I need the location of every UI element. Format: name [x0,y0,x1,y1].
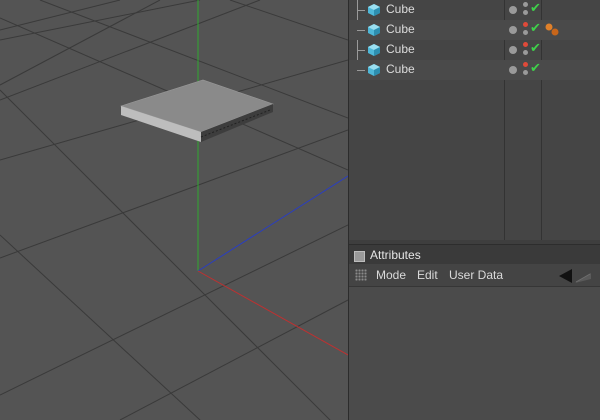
cube-icon [368,44,380,56]
editor-visibility-dot[interactable] [509,66,517,74]
attributes-title: Attributes [370,248,421,262]
attributes-panel: Attributes Mode Edit User Data [349,244,600,420]
object-row[interactable]: Cube ✔ [349,0,600,20]
object-name: Cube [386,22,415,36]
menu-edit[interactable]: Edit [417,268,438,282]
material-tag-icon[interactable] [545,23,559,37]
enabled-check-icon[interactable]: ✔ [530,21,541,36]
cube-icon [368,4,380,16]
tree-branch [357,70,365,71]
enabled-check-icon[interactable]: ✔ [530,41,541,56]
tree-branch [357,10,365,11]
enabled-check-icon[interactable]: ✔ [530,1,541,16]
enabled-check-icon[interactable]: ✔ [530,61,541,76]
cube-icon [368,64,380,76]
cube-icon [368,24,380,36]
render-visibility-dots[interactable] [523,62,529,78]
menu-user-data[interactable]: User Data [449,268,503,282]
3d-viewport[interactable] [0,0,348,420]
object-row[interactable]: Cube ✔ [349,40,600,60]
object-name: Cube [386,42,415,56]
attributes-header: Attributes [349,244,600,265]
back-arrow-icon[interactable] [559,269,572,283]
object-name: Cube [386,62,415,76]
forward-arrow-icon[interactable] [575,269,591,283]
editor-visibility-dot[interactable] [509,26,517,34]
editor-visibility-dot[interactable] [509,6,517,14]
viewport-canvas[interactable] [0,0,348,420]
object-row[interactable]: Cube ✔ [349,60,600,80]
editor-visibility-dot[interactable] [509,46,517,54]
tree-branch [357,30,365,31]
object-name: Cube [386,2,415,16]
panel-square-icon[interactable] [354,251,365,262]
grip-icon[interactable] [355,269,367,281]
object-row[interactable]: Cube ✔ [349,20,600,40]
render-visibility-dots[interactable] [523,2,529,18]
tree-branch [357,50,365,51]
render-visibility-dots[interactable] [523,22,529,38]
attributes-menubar: Mode Edit User Data [349,264,600,287]
menu-mode[interactable]: Mode [376,268,406,282]
object-manager[interactable]: Cube ✔ Cube ✔ Cube ✔ Cube ✔ [349,0,600,240]
render-visibility-dots[interactable] [523,42,529,58]
right-panel: Cube ✔ Cube ✔ Cube ✔ Cube ✔ Attributes M… [348,0,600,420]
